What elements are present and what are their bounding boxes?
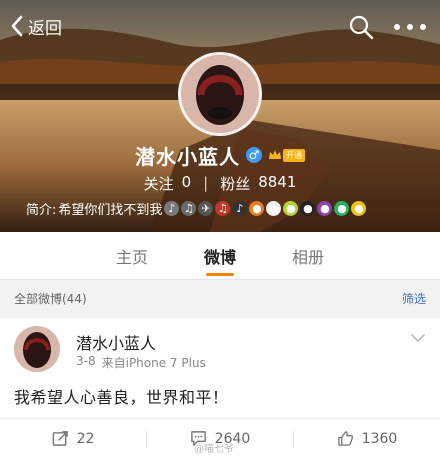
music-note-emoji: ♪ xyxy=(164,200,180,216)
post-date: 3-8 xyxy=(76,354,96,368)
vip-badge[interactable]: 开通 xyxy=(268,148,305,162)
dot xyxy=(394,24,400,30)
like-button[interactable]: 1360 xyxy=(294,430,440,447)
profile-avatar[interactable] xyxy=(178,52,262,136)
bowling-emoji: ● xyxy=(317,200,333,216)
all-posts-label: 全部微博(44) xyxy=(14,291,87,306)
post-card[interactable]: 潜水小蓝人 3-8 来自iPhone 7 Plus 我希望人心善良，世界和平！ … xyxy=(0,318,440,458)
game-controller-emoji: ✈ xyxy=(198,200,214,216)
follow-stats: 关注 0 | 粉丝 8841 xyxy=(0,172,440,194)
dot xyxy=(407,24,413,30)
bio-text: 希望你们找不到我 xyxy=(58,202,163,218)
profile-tabs: 主页 微博 相册 xyxy=(0,232,440,280)
dot xyxy=(420,24,426,30)
watermark-text: @喵七爷 xyxy=(194,444,234,455)
post-text: 我希望人心善良，世界和平！ xyxy=(14,388,229,407)
basketball-emoji: ● xyxy=(249,200,265,216)
profile-bio: 简介: 希望你们找不到我 ♪ ♫ ✈ ♫ ♪ ● ● ● ● ● ● ● xyxy=(26,197,436,219)
profile-username: 潜水小蓝人 xyxy=(135,144,240,169)
tennis-ball-emoji: ● xyxy=(283,200,299,216)
more-dots-icon[interactable] xyxy=(394,14,426,40)
golf-emoji: ● xyxy=(334,200,350,216)
back-button[interactable]: 返回 xyxy=(10,12,62,40)
chevron-down-icon[interactable] xyxy=(410,332,426,344)
top-navigation-bar: 返回 xyxy=(0,0,440,52)
vip-tag: 开通 xyxy=(283,148,305,162)
music-notes-emoji: ♫ xyxy=(181,200,197,216)
post-author-avatar[interactable] xyxy=(14,326,60,372)
piano-emoji: ♪ xyxy=(232,200,248,216)
followers-stat[interactable]: 粉丝 8841 xyxy=(220,173,296,194)
crown-icon xyxy=(269,150,281,159)
thumbs-up-icon xyxy=(337,431,353,446)
chevron-left-icon xyxy=(11,15,23,37)
billiards-ball-emoji: ● xyxy=(300,200,316,216)
trophy-emoji: ● xyxy=(351,200,367,216)
posts-filter-bar: 全部微博(44) 筛选 xyxy=(0,281,440,315)
post-source: 来自iPhone 7 Plus xyxy=(101,356,206,370)
like-count: 1360 xyxy=(361,430,398,447)
profile-name-row: 潜水小蓝人 ♂ 开通 xyxy=(0,142,440,169)
filter-button[interactable]: 筛选 xyxy=(402,290,426,307)
repost-button[interactable]: 22 xyxy=(0,430,146,447)
profile-header: 返回 潜水小蓝人 ♂ 开通 关注 0 | 粉丝 8841 简介: 希望你们找不到… xyxy=(0,0,440,232)
avatar-image xyxy=(14,326,60,372)
following-stat[interactable]: 关注 0 xyxy=(144,173,192,194)
guitar-emoji: ♫ xyxy=(215,200,231,216)
post-author-name[interactable]: 潜水小蓝人 xyxy=(76,330,156,354)
repost-icon xyxy=(52,431,68,446)
following-count: 0 xyxy=(181,172,192,191)
bio-prefix: 简介: xyxy=(26,202,57,218)
search-icon[interactable] xyxy=(348,14,374,40)
tab-weibo[interactable]: 微博 xyxy=(176,232,264,280)
followers-label: 粉丝 xyxy=(220,174,251,193)
avatar-image xyxy=(181,55,259,133)
tab-home[interactable]: 主页 xyxy=(88,232,176,280)
followers-count: 8841 xyxy=(258,172,297,191)
following-label: 关注 xyxy=(143,174,174,193)
post-meta: 3-8 来自iPhone 7 Plus xyxy=(76,354,206,371)
repost-count: 22 xyxy=(76,430,95,447)
back-label: 返回 xyxy=(28,18,62,39)
watermark: @喵七爷 xyxy=(194,440,234,455)
tab-album[interactable]: 相册 xyxy=(264,232,352,280)
stat-divider: | xyxy=(203,174,209,192)
male-icon: ♂ xyxy=(246,147,262,163)
soccer-ball-emoji: ● xyxy=(266,200,282,216)
